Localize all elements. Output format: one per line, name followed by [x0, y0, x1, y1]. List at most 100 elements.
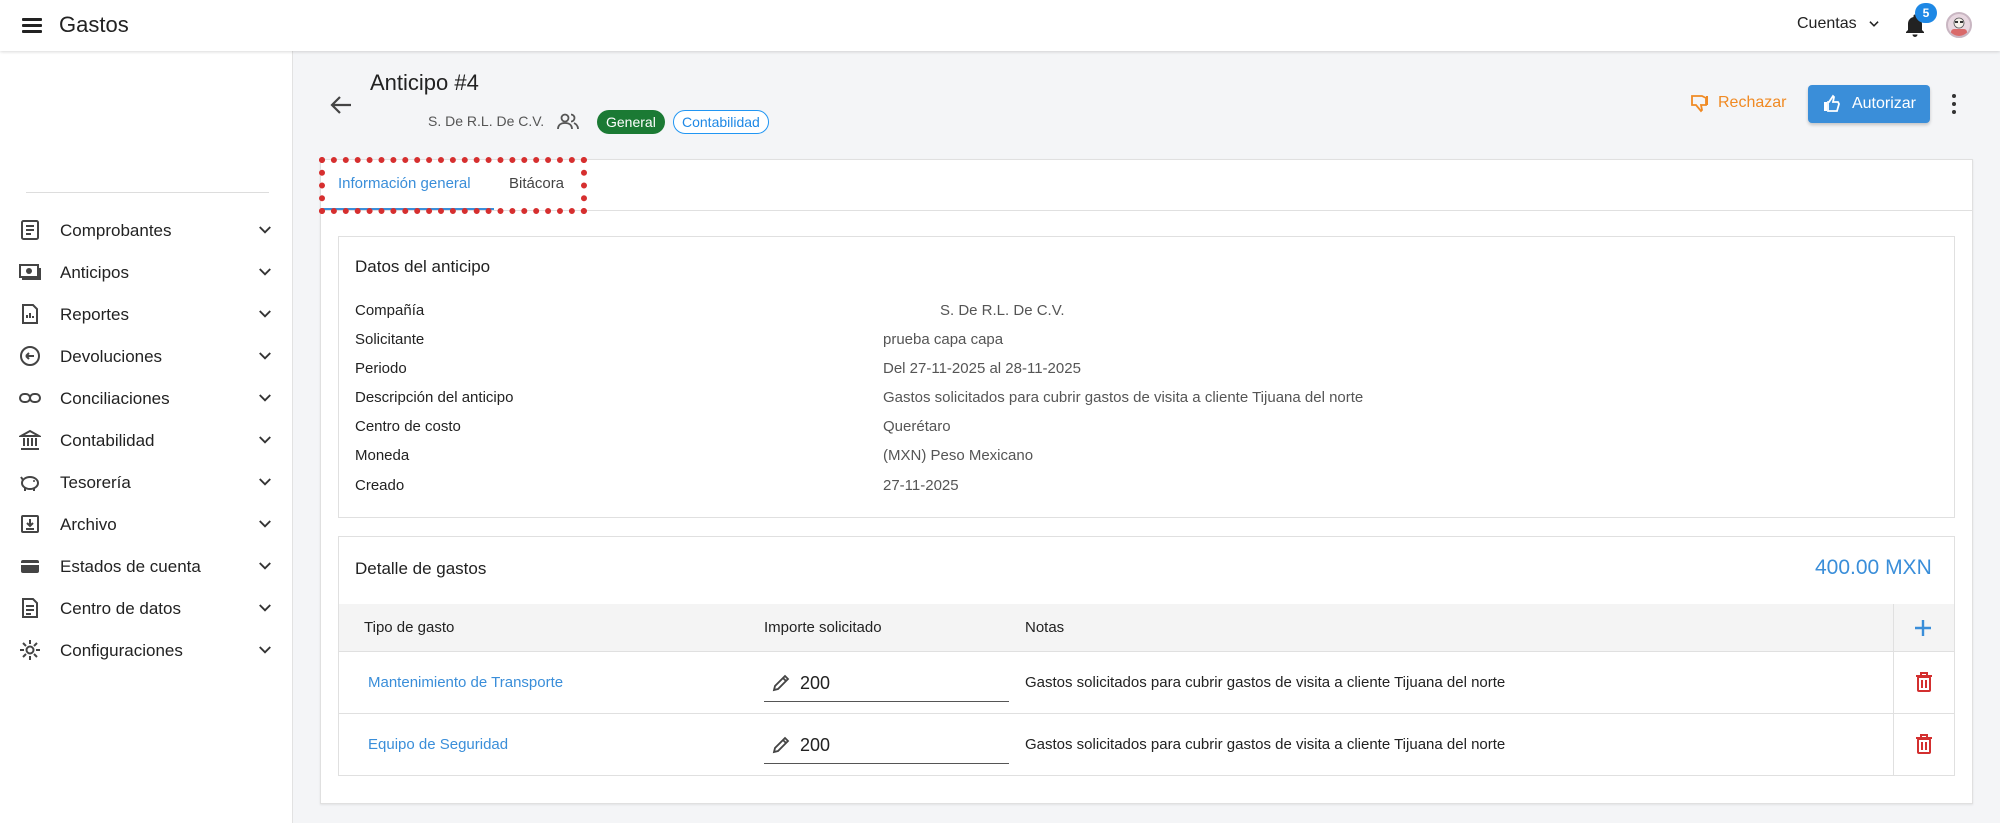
- sidebar-divider: [26, 192, 269, 193]
- field-label: Descripción del anticipo: [355, 389, 514, 406]
- avatar[interactable]: [1946, 12, 1972, 38]
- piggy-bank-icon: [20, 476, 39, 491]
- sidebar-item-label: Comprobantes: [60, 221, 172, 240]
- accounts-label: Cuentas: [1797, 15, 1857, 32]
- report-icon: [22, 304, 38, 324]
- hamburger-menu-icon[interactable]: [20, 13, 46, 37]
- field-label: Moneda: [355, 447, 410, 464]
- sidebar-item-label: Devoluciones: [60, 347, 163, 366]
- notifications-badge: 5: [1915, 3, 1937, 23]
- tabs-highlight-box: [319, 157, 587, 214]
- field-label: Periodo: [355, 360, 407, 377]
- sidebar-item-centro-de-datos[interactable]: Centro de datos: [0, 588, 293, 628]
- datos-section: [338, 236, 1955, 518]
- back-arrow-icon[interactable]: [326, 92, 356, 118]
- field-value: (MXN) Peso Mexicano: [883, 447, 1034, 464]
- sidebar-item-label: Configuraciones: [60, 641, 183, 660]
- sidebar-item-archivo[interactable]: Archivo: [0, 504, 293, 544]
- reject-label: Rechazar: [1718, 94, 1787, 111]
- chevron-down-icon: [259, 226, 271, 234]
- accounts-dropdown[interactable]: Cuentas: [1797, 15, 1881, 33]
- sidebar-item-devoluciones[interactable]: Devoluciones: [0, 336, 293, 376]
- company-name: S. De R.L. De C.V.: [428, 113, 545, 129]
- sidebar-item-label: Reportes: [60, 305, 129, 324]
- chevron-down-icon: [259, 562, 271, 570]
- chevron-down-icon: [259, 436, 271, 444]
- sidebar-item-label: Conciliaciones: [60, 389, 170, 408]
- total-amount: 400.00 MXN: [1815, 556, 1932, 579]
- authorize-label: Autorizar: [1851, 95, 1917, 112]
- chevron-down-icon: [259, 310, 271, 318]
- sidebar-item-label: Anticipos: [60, 263, 129, 282]
- status-badge-contabilidad: Contabilidad: [673, 110, 769, 134]
- pencil-icon: [772, 736, 790, 754]
- sidebar-item-label: Estados de cuenta: [60, 557, 201, 576]
- trash-icon[interactable]: [1914, 733, 1934, 755]
- chevron-down-icon: [259, 352, 271, 360]
- chevron-down-icon: [259, 268, 271, 276]
- expense-type-link[interactable]: Mantenimiento de Transporte: [368, 674, 563, 691]
- sidebar-item-comprobantes[interactable]: Comprobantes: [0, 210, 293, 250]
- card-icon: [21, 560, 39, 573]
- data-icon: [22, 598, 38, 618]
- pencil-icon: [772, 674, 790, 692]
- document-icon: [21, 220, 39, 240]
- sidebar-item-label: Archivo: [60, 515, 117, 534]
- gear-icon: [20, 640, 40, 660]
- sidebar-item-configuraciones[interactable]: Configuraciones: [0, 630, 293, 670]
- sidebar-item-reportes[interactable]: Reportes: [0, 294, 293, 334]
- field-value: 27-11-2025: [883, 477, 959, 494]
- chevron-down-icon: [259, 478, 271, 486]
- group-icon[interactable]: [557, 112, 579, 130]
- column-divider: [1893, 604, 1894, 775]
- amount-input[interactable]: 200: [764, 664, 1009, 702]
- amount-value: 200: [800, 735, 831, 755]
- chevron-down-icon: [259, 520, 271, 528]
- chevron-down-icon: [259, 394, 271, 402]
- field-value: prueba capa capa: [883, 331, 1004, 348]
- link-icon: [19, 393, 41, 403]
- status-badge-general: General: [597, 110, 665, 134]
- table-header: [339, 604, 1954, 652]
- amount-value: 200: [800, 673, 831, 693]
- thumbs-up-icon: [1823, 94, 1840, 112]
- sidebar-item-anticipos[interactable]: Anticipos: [0, 252, 293, 292]
- column-header: Importe solicitado: [764, 619, 882, 636]
- field-value: Querétaro: [883, 418, 951, 435]
- row-divider: [339, 713, 1954, 714]
- add-icon[interactable]: [1912, 617, 1934, 639]
- sidebar-item-estados-de-cuenta[interactable]: Estados de cuenta: [0, 546, 293, 586]
- sidebar-item-label: Tesorería: [60, 473, 131, 492]
- sidebar-item-label: Contabilidad: [60, 431, 155, 450]
- bank-icon: [19, 429, 41, 450]
- chevron-down-icon: [259, 604, 271, 612]
- column-header: Tipo de gasto: [364, 619, 455, 636]
- field-value: S. De R.L. De C.V.: [940, 302, 1065, 319]
- sidebar-item-conciliaciones[interactable]: Conciliaciones: [0, 378, 293, 418]
- sidebar-item-tesoreria[interactable]: Tesorería: [0, 462, 293, 502]
- section-title-datos: Datos del anticipo: [355, 257, 491, 276]
- thumbs-down-icon: [1691, 95, 1708, 113]
- note-text: Gastos solicitados para cubrir gastos de…: [1025, 736, 1506, 753]
- user-avatar-icon: [1951, 17, 1967, 36]
- app-title: Gastos: [59, 12, 129, 37]
- field-label: Centro de costo: [355, 418, 461, 435]
- archive-icon: [21, 515, 39, 533]
- amount-input[interactable]: 200: [764, 726, 1009, 764]
- sidebar-item-contabilidad[interactable]: Contabilidad: [0, 420, 293, 460]
- field-label: Solicitante: [355, 331, 425, 348]
- top-bar: Gastos Cuentas 5: [0, 0, 2000, 51]
- authorize-button[interactable]: Autorizar: [1808, 85, 1930, 123]
- column-header: Notas: [1025, 619, 1065, 636]
- more-vert-icon[interactable]: [1948, 92, 1960, 116]
- chevron-down-icon: [259, 646, 271, 654]
- expense-type-link[interactable]: Equipo de Seguridad: [368, 736, 508, 753]
- field-label: Creado: [355, 477, 405, 494]
- field-label: Compañía: [355, 302, 425, 319]
- trash-icon[interactable]: [1914, 671, 1934, 693]
- cash-icon: [19, 264, 41, 280]
- chevron-down-icon: [1868, 21, 1879, 27]
- sidebar-item-label: Centro de datos: [60, 599, 181, 618]
- section-title-detalle: Detalle de gastos: [355, 559, 487, 578]
- reject-button[interactable]: Rechazar: [1690, 93, 1786, 113]
